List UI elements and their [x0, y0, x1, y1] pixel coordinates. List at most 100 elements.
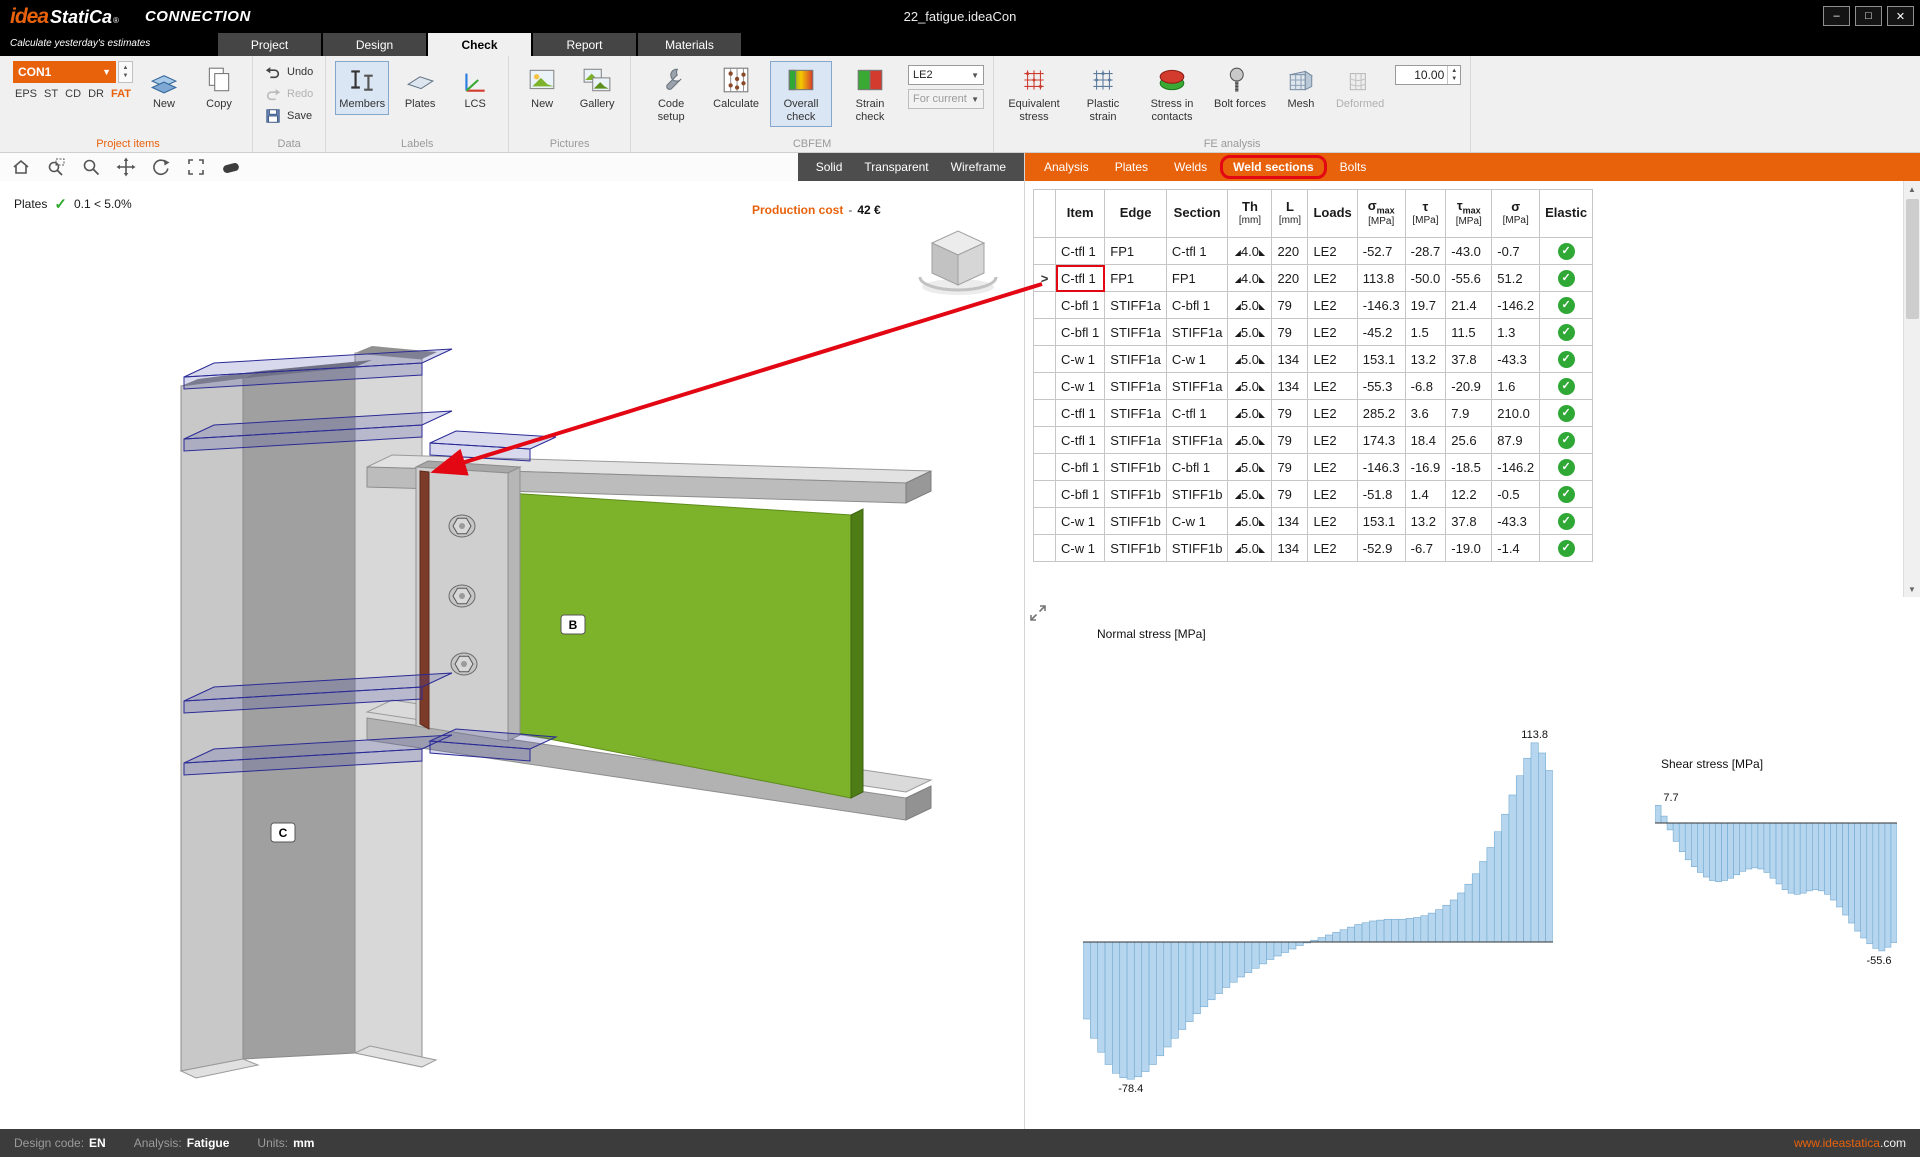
fit-view-icon [188, 159, 204, 175]
tab-plates[interactable]: Plates [1102, 154, 1161, 180]
load-case-select[interactable]: LE2 ▼ [908, 65, 984, 85]
plastic-strain-button[interactable]: Plastic strain [1072, 61, 1134, 127]
redo-icon [266, 89, 281, 101]
weld-section-row[interactable]: C-tfl 1 FP1 C-tfl 1 ◢4.0◣ 220 LE2 -52.7 -28.7 -4… [1033, 237, 1594, 265]
pass-icon: ✓ [1557, 297, 1575, 314]
weld-section-row[interactable]: C-w 1 STIFF1a C-w 1 ◢5.0◣ 134 LE2 153.1 13.2 37.… [1033, 345, 1594, 373]
tab-bolts[interactable]: Bolts [1327, 154, 1380, 180]
viewport-canvas[interactable]: B C Plates ✓ 0.1 < 5.0% Production cost … [0, 181, 1024, 1129]
gallery-button[interactable]: Gallery [573, 61, 621, 115]
weld-section-row[interactable]: C-bfl 1 STIFF1a C-bfl 1 ◢5.0◣ 79 LE2 -146.3 19.… [1033, 291, 1594, 319]
members-labels-button[interactable]: Members [335, 61, 390, 115]
spinner-down-icon[interactable]: ▼ [1451, 76, 1457, 82]
deformed-button[interactable]: Deformed [1332, 61, 1388, 115]
spinner-down-icon[interactable]: ▼ [123, 73, 129, 79]
overall-check-button[interactable]: Overall check [770, 61, 832, 128]
mode-fat-button[interactable]: FAT [111, 88, 131, 100]
weld-section-row[interactable]: C-bfl 1 STIFF1b C-bfl 1 ◢5.0◣ 79 LE2 -146.3 -16… [1033, 453, 1594, 481]
group-label-data: Data [277, 138, 301, 150]
zoom-all-button[interactable] [181, 155, 211, 179]
new-project-item-button[interactable]: New [140, 61, 188, 115]
svg-text:7.7: 7.7 [1663, 792, 1678, 804]
plates-labels-button[interactable]: Plates [396, 61, 444, 115]
document-title: 22_fatigue.ideaCon [903, 9, 1017, 24]
chevron-down-icon: ▼ [971, 70, 979, 80]
calculate-button[interactable]: Calculate [709, 61, 763, 115]
zoom-button[interactable] [76, 155, 106, 179]
view-mode-solid[interactable]: Solid [816, 160, 843, 174]
spinner-up-icon[interactable]: ▲ [123, 65, 129, 71]
navigation-cube[interactable] [918, 230, 998, 295]
weld-section-row[interactable]: C-w 1 STIFF1b STIFF1b ◢5.0◣ 134 LE2 -52.9 -6.7-… [1033, 534, 1594, 562]
website-link[interactable]: www.ideastatica.com [1794, 1136, 1906, 1150]
project-item-selector[interactable]: CON1 ▼ [13, 61, 116, 83]
close-button[interactable]: ✕ [1887, 6, 1914, 26]
pan-button[interactable] [111, 155, 141, 179]
tab-project[interactable]: Project [218, 33, 321, 56]
design-code-status: Design code: EN [14, 1136, 106, 1150]
weld-section-row[interactable]: C-w 1 STIFF1b C-w 1 ◢5.0◣ 134 LE2 153.1 13.2 37.… [1033, 507, 1594, 535]
clipping-plane-button[interactable] [216, 155, 246, 179]
connection-model-3d[interactable]: B C [0, 181, 1024, 1129]
production-cost-label: Production cost [752, 203, 844, 217]
abacus-icon [723, 67, 749, 93]
undo-button[interactable]: Undo [262, 63, 316, 81]
project-item-spinner[interactable]: ▲ ▼ [118, 61, 133, 83]
mesh-button[interactable]: Mesh [1277, 61, 1325, 115]
loads-filter-select[interactable]: For current ▼ [908, 89, 984, 109]
strain-check-icon [857, 69, 883, 91]
spinner-up-icon[interactable]: ▲ [1451, 68, 1457, 74]
lcs-labels-button[interactable]: LCS [451, 61, 499, 115]
stress-in-contacts-button[interactable]: Stress in contacts [1141, 61, 1203, 127]
tab-materials[interactable]: Materials [638, 33, 741, 56]
cell-item: C-tfl 1 [1054, 264, 1106, 292]
weld-section-row[interactable]: C-w 1 STIFF1a STIFF1a ◢5.0◣ 134 LE2 -55.3 -6.8-… [1033, 372, 1594, 400]
weld-section-row[interactable]: C-bfl 1 STIFF1a STIFF1a ◢5.0◣ 79 LE2 -45.2 1.5 1… [1033, 318, 1594, 346]
minimize-button[interactable]: – [1823, 6, 1850, 26]
cell-item: C-w 1 [1054, 534, 1106, 562]
rotate-button[interactable] [146, 155, 176, 179]
tab-weld-sections[interactable]: Weld sections [1220, 155, 1327, 179]
deformed-scale-stepper[interactable]: 10.00 ▲ ▼ [1395, 65, 1462, 85]
chevron-down-icon: ▼ [102, 67, 111, 77]
zoom-window-button[interactable] [41, 155, 71, 179]
production-cost-value: 42 € [857, 203, 881, 217]
home-icon [13, 159, 29, 174]
mode-st-button[interactable]: ST [44, 88, 58, 100]
maximize-button[interactable]: □ [1855, 6, 1882, 26]
view-mode-transparent[interactable]: Transparent [864, 160, 928, 174]
mode-dr-button[interactable]: DR [88, 88, 104, 100]
pass-icon: ✓ [1557, 270, 1575, 287]
code-setup-button[interactable]: Code setup [640, 61, 702, 127]
scroll-down-icon[interactable]: ▼ [1904, 581, 1920, 597]
equivalent-stress-button[interactable]: Equivalent stress [1003, 61, 1065, 127]
weld-section-row[interactable]: C-tfl 1 STIFF1a C-tfl 1 ◢5.0◣ 79 LE2 285.2 3.6 7… [1033, 399, 1594, 427]
strain-check-button[interactable]: Strain check [839, 61, 901, 127]
tab-welds[interactable]: Welds [1161, 154, 1220, 180]
home-view-button[interactable] [6, 155, 36, 179]
expand-charts-icon[interactable] [1028, 603, 1048, 623]
tab-analysis[interactable]: Analysis [1031, 154, 1102, 180]
analysis-mode-buttons: EPS ST CD DR FAT [13, 88, 133, 100]
mode-cd-button[interactable]: CD [65, 88, 81, 100]
new-picture-button[interactable]: New [518, 61, 566, 115]
weld-section-row[interactable]: C-bfl 1 STIFF1b STIFF1b ◢5.0◣ 79 LE2 -51.8 1.4 1… [1033, 480, 1594, 508]
tab-report[interactable]: Report [533, 33, 636, 56]
scroll-up-icon[interactable]: ▲ [1904, 181, 1920, 197]
mode-eps-button[interactable]: EPS [15, 88, 37, 100]
bolt-forces-button[interactable]: Bolt forces [1210, 61, 1270, 115]
tab-design[interactable]: Design [323, 33, 426, 56]
save-button[interactable]: Save [262, 107, 316, 125]
weld-section-row[interactable]: C-tfl 1 STIFF1a STIFF1a ◢5.0◣ 79 LE2 174.3 18.4… [1033, 426, 1594, 454]
view-mode-wireframe[interactable]: Wireframe [951, 160, 1006, 174]
copy-project-item-button[interactable]: Copy [195, 61, 243, 115]
scrollbar-thumb[interactable] [1905, 199, 1919, 319]
table-scrollbar[interactable]: ▲ ▼ [1903, 181, 1920, 597]
rotate-icon [153, 159, 170, 175]
redo-button[interactable]: Redo [262, 85, 316, 103]
viewport-pane: Solid Transparent Wireframe B C Plates ✓… [0, 153, 1024, 1129]
tab-check[interactable]: Check [428, 33, 531, 56]
pass-icon: ✓ [1557, 513, 1575, 530]
weld-section-row[interactable]: > C-tfl 1 FP1 FP1 ◢4.0◣ 220 LE2 113.8 -50.0 -55.6… [1033, 264, 1594, 292]
svg-text:113.8: 113.8 [1521, 729, 1548, 741]
